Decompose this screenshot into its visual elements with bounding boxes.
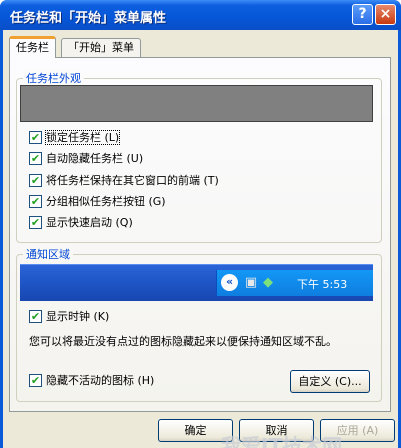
customize-button[interactable]: 自定义 (C)...: [290, 370, 370, 393]
checkmark-icon: ✔: [29, 152, 42, 165]
tab-taskbar[interactable]: 任务栏: [9, 36, 56, 58]
dialog-window: 任务栏和「开始」菜单属性 ? × 「开始」菜单 任务栏 任务栏外观 ✔ 锁定任务栏…: [0, 0, 401, 448]
lock-taskbar-checkbox[interactable]: ✔ 锁定任务栏 (L): [29, 130, 121, 145]
hide-inactive-checkbox[interactable]: ✔ 隐藏不活动的图标 (H): [29, 374, 154, 388]
ok-button[interactable]: 确定: [158, 419, 233, 442]
apply-button[interactable]: 应用 (A): [320, 419, 395, 442]
cancel-button[interactable]: 取消: [239, 419, 314, 442]
notification-area-title: 通知区域: [23, 246, 73, 262]
checkmark-icon: ✔: [29, 216, 42, 229]
show-clock-label: 显示时钟 (K): [46, 310, 110, 323]
group-buttons-label: 分组相似任务栏按钮 (G): [46, 195, 166, 208]
notification-description: 您可以将最近没有点过的图标隐藏起来以便保持通知区域不乱。: [29, 335, 337, 348]
tab-start-menu[interactable]: 「开始」菜单: [61, 38, 141, 58]
keep-on-top-checkbox[interactable]: ✔ 将任务栏保持在其它窗口的前端 (T): [29, 174, 219, 188]
dialog-client: 「开始」菜单 任务栏 任务栏外观 ✔ 锁定任务栏 (L) ✔ 自动隐藏任务栏 (U)…: [3, 30, 398, 448]
notification-tray: « ▣ ◆ 下午 5:53: [216, 270, 373, 296]
title-bar[interactable]: 任务栏和「开始」菜单属性 ? ×: [0, 0, 401, 30]
auto-hide-label: 自动隐藏任务栏 (U): [46, 152, 144, 165]
hide-inactive-label: 隐藏不活动的图标 (H): [46, 374, 155, 387]
clock-preview: 下午 5:53: [297, 278, 348, 291]
show-clock-checkbox[interactable]: ✔ 显示时钟 (K): [29, 310, 109, 324]
checkmark-icon: ✔: [29, 310, 42, 323]
checkmark-icon: ✔: [29, 195, 42, 208]
lock-taskbar-label: 锁定任务栏 (L): [44, 130, 121, 145]
auto-hide-checkbox[interactable]: ✔ 自动隐藏任务栏 (U): [29, 152, 143, 166]
quick-launch-checkbox[interactable]: ✔ 显示快速启动 (Q): [29, 216, 133, 230]
taskbar-preview: [20, 85, 373, 122]
group-buttons-checkbox[interactable]: ✔ 分组相似任务栏按钮 (G): [29, 195, 166, 209]
checkmark-icon: ✔: [29, 131, 42, 144]
taskbar-appearance-title: 任务栏外观: [23, 70, 84, 86]
close-button[interactable]: ×: [375, 4, 396, 25]
help-button[interactable]: ?: [352, 4, 373, 25]
chevron-left-icon: «: [221, 274, 238, 291]
network-icon: ◆: [263, 275, 273, 290]
checkmark-icon: ✔: [29, 374, 42, 387]
keep-on-top-label: 将任务栏保持在其它窗口的前端 (T): [46, 174, 219, 187]
checkmark-icon: ✔: [29, 174, 42, 187]
computer-icon: ▣: [244, 275, 258, 290]
quick-launch-label: 显示快速启动 (Q): [46, 216, 133, 229]
window-title: 任务栏和「开始」菜单属性: [10, 11, 167, 26]
